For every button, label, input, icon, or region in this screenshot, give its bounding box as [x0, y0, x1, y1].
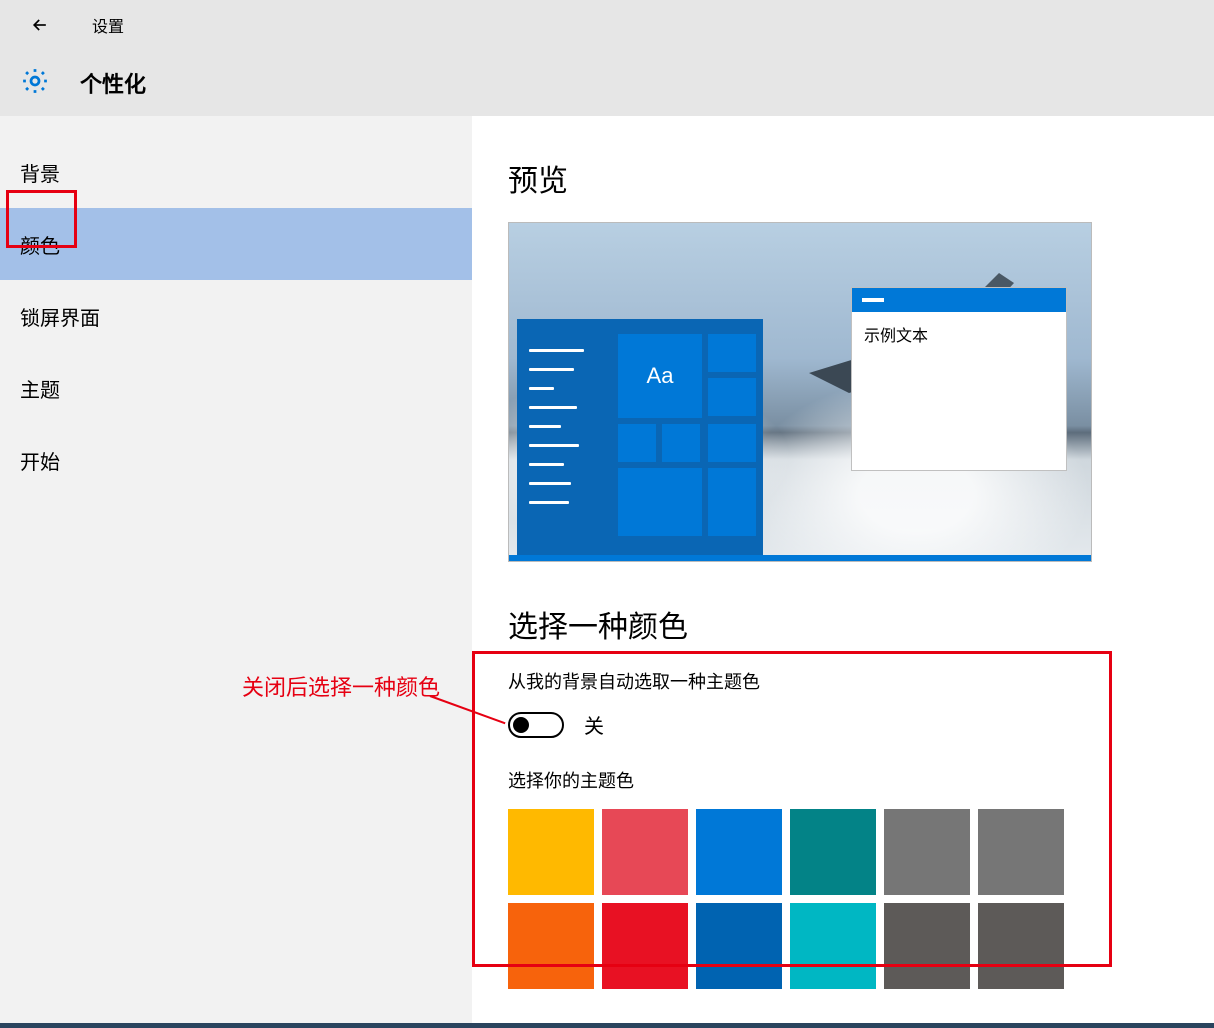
- preview-start-panel-icon: Aa: [517, 319, 763, 555]
- toggle-state-label: 关: [584, 710, 604, 739]
- preview-box: Aa 示例文本: [508, 222, 1092, 562]
- gear-icon: [20, 66, 50, 101]
- preview-window: 示例文本: [851, 287, 1067, 471]
- annotation-text: 关闭后选择一种颜色: [242, 670, 440, 702]
- color-swatch[interactable]: [602, 903, 688, 989]
- preview-window-titlebar-icon: [852, 288, 1066, 312]
- auto-pick-label: 从我的背景自动选取一种主题色: [508, 668, 1174, 694]
- preview-heading: 预览: [508, 156, 1174, 200]
- titlebar-title: 设置: [92, 13, 124, 37]
- color-swatch[interactable]: [790, 809, 876, 895]
- preview-taskbar-icon: [509, 555, 1091, 561]
- color-swatch[interactable]: [978, 903, 1064, 989]
- color-swatch[interactable]: [884, 809, 970, 895]
- color-swatch[interactable]: [696, 809, 782, 895]
- preview-tile-aa: Aa: [617, 333, 703, 419]
- color-swatch[interactable]: [696, 903, 782, 989]
- header: 个性化: [0, 50, 1214, 116]
- titlebar: 设置: [0, 0, 1214, 50]
- toggle-knob-icon: [513, 717, 529, 733]
- sidebar-item-label: 背景: [20, 158, 60, 187]
- sidebar-item-themes[interactable]: 主题: [0, 352, 472, 424]
- arrow-left-icon: [30, 15, 50, 35]
- header-title: 个性化: [80, 67, 146, 99]
- preview-start-menu-lines-icon: [529, 349, 589, 520]
- color-swatch[interactable]: [602, 809, 688, 895]
- color-swatch[interactable]: [978, 809, 1064, 895]
- sidebar-item-label: 开始: [20, 446, 60, 475]
- sidebar-item-label: 主题: [20, 374, 60, 403]
- back-button[interactable]: [28, 13, 52, 37]
- auto-pick-toggle[interactable]: [508, 712, 564, 738]
- sidebar: 背景 颜色 锁屏界面 主题 开始: [0, 116, 472, 1028]
- swatch-grid: [508, 809, 1174, 989]
- main-content: 预览 Aa 示例文本: [472, 116, 1214, 1028]
- color-swatch[interactable]: [790, 903, 876, 989]
- choose-accent-label: 选择你的主题色: [508, 767, 1174, 793]
- sidebar-item-label: 颜色: [20, 230, 60, 259]
- sidebar-item-background[interactable]: 背景: [0, 136, 472, 208]
- color-swatch[interactable]: [884, 903, 970, 989]
- taskbar[interactable]: [0, 1023, 1214, 1028]
- sidebar-item-lockscreen[interactable]: 锁屏界面: [0, 280, 472, 352]
- sidebar-item-label: 锁屏界面: [20, 302, 100, 331]
- preview-window-text: 示例文本: [852, 312, 1066, 356]
- choose-color-heading: 选择一种颜色: [508, 602, 1174, 646]
- color-swatch[interactable]: [508, 903, 594, 989]
- sidebar-item-start[interactable]: 开始: [0, 424, 472, 496]
- sidebar-item-color[interactable]: 颜色: [0, 208, 472, 280]
- color-swatch[interactable]: [508, 809, 594, 895]
